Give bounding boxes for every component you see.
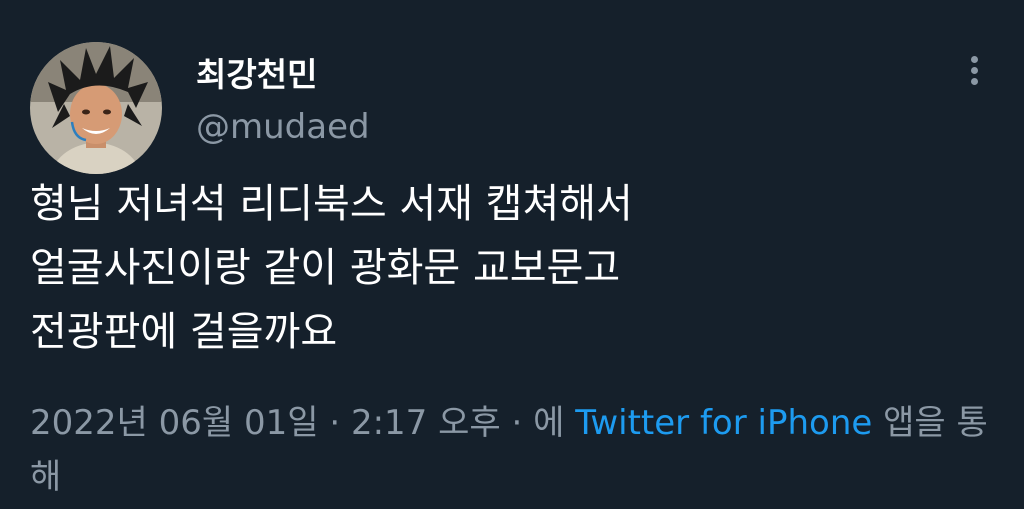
meta-separator: ·: [500, 403, 534, 443]
tweet-text-line: 전광판에 걸을까요: [30, 309, 338, 355]
meta-separator: ·: [318, 403, 351, 443]
tweet-text: 형님 저녀석 리디북스 서재 캡쳐해서 얼굴사진이랑 같이 광화문 교보문고 전…: [30, 172, 990, 364]
tweet-text-line: 형님 저녀석 리디북스 서재 캡쳐해서: [30, 181, 633, 227]
tweet-metadata: 2022년 06월 01일 · 2:17 오후 · 에 Twitter for …: [30, 396, 1000, 504]
more-options-button[interactable]: [954, 50, 994, 90]
avatar-image: [30, 42, 162, 174]
tweet-time[interactable]: 2:17 오후: [351, 403, 501, 443]
via-prefix: 에: [533, 403, 576, 443]
display-name[interactable]: 최강천민: [196, 48, 317, 96]
avatar[interactable]: [30, 42, 162, 174]
user-handle[interactable]: @mudaed: [196, 107, 370, 147]
source-app-link[interactable]: Twitter for iPhone: [575, 403, 872, 443]
tweet-date[interactable]: 2022년 06월 01일: [30, 403, 319, 443]
tweet-text-line: 얼굴사진이랑 같이 광화문 교보문고: [30, 245, 621, 291]
tweet-card: 최강천민 @mudaed 형님 저녀석 리디북스 서재 캡쳐해서 얼굴사진이랑 …: [0, 0, 1024, 509]
